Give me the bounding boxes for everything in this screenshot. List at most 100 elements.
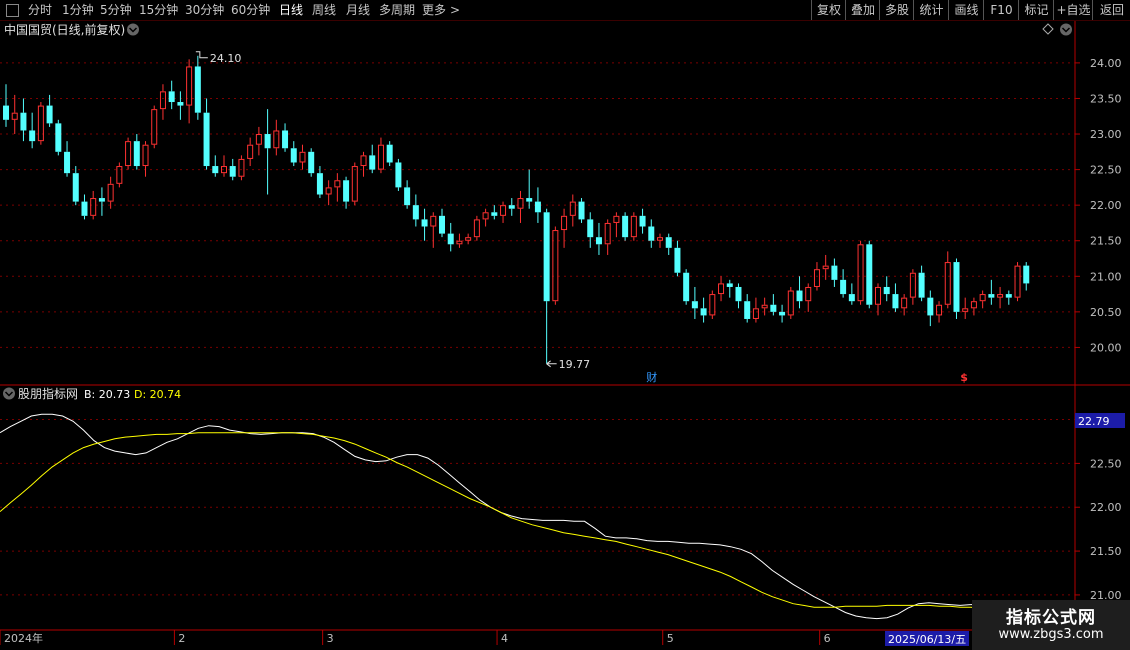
candle-body xyxy=(796,290,803,302)
candle-body xyxy=(421,219,428,227)
candle xyxy=(630,212,637,241)
event-mark-dividend[interactable]: $ xyxy=(960,371,968,384)
candle-body xyxy=(517,198,524,209)
kline-chart[interactable]: 20.00 20.50 21.00 21.50 22.00 22.50 23.00 23.50… xyxy=(0,0,1130,650)
candle xyxy=(55,119,62,156)
candle xyxy=(561,208,568,248)
candle xyxy=(962,297,969,319)
candle xyxy=(970,297,977,316)
candle xyxy=(796,276,803,309)
candle xyxy=(831,258,838,287)
candle xyxy=(691,286,698,319)
candle xyxy=(526,169,533,209)
main-y-tick-label: 22.00 xyxy=(1090,199,1122,212)
candle-body xyxy=(473,219,480,238)
candle-body xyxy=(37,105,44,142)
candle-body xyxy=(962,308,969,312)
candle-body xyxy=(308,151,315,174)
indicator-dropdown-icon[interactable] xyxy=(3,387,15,400)
candle-body xyxy=(700,308,707,316)
panel-menu-icon[interactable] xyxy=(1060,23,1072,36)
diamond-icon[interactable] xyxy=(1042,23,1054,35)
candle xyxy=(430,212,437,248)
candle-body xyxy=(186,66,193,106)
candle xyxy=(848,283,855,305)
candle xyxy=(290,141,297,167)
candle-body xyxy=(20,112,27,131)
candle-body xyxy=(369,155,376,170)
main-y-tick-label: 24.00 xyxy=(1090,57,1122,70)
candle xyxy=(918,265,925,302)
main-y-tick-label: 21.00 xyxy=(1090,270,1122,283)
candle-body xyxy=(578,201,585,220)
candle xyxy=(316,166,323,199)
candle xyxy=(151,105,158,149)
candle xyxy=(72,166,79,206)
candle-body xyxy=(726,283,733,287)
candle-body xyxy=(273,130,280,149)
candle xyxy=(508,198,515,216)
candle-body xyxy=(944,262,951,305)
candle xyxy=(552,226,559,305)
candle xyxy=(421,208,428,241)
x-axis-label: 5 xyxy=(667,632,674,645)
candle xyxy=(168,80,175,110)
indicator-lines xyxy=(0,413,1075,620)
candle-body xyxy=(351,166,358,202)
candle-body xyxy=(648,226,655,241)
candle-body xyxy=(404,187,411,206)
candle xyxy=(247,137,254,167)
candle xyxy=(543,208,550,364)
candle-body xyxy=(81,201,88,216)
candle-body xyxy=(229,166,236,177)
candle xyxy=(299,144,306,170)
candle xyxy=(133,134,140,170)
candle xyxy=(482,208,489,227)
candle xyxy=(273,119,280,156)
x-axis-label: 2 xyxy=(178,632,185,645)
candle xyxy=(988,279,995,305)
candle-body xyxy=(927,297,934,316)
candle xyxy=(491,205,498,220)
candle xyxy=(46,94,53,127)
indicator-line-D xyxy=(0,432,1075,617)
low-arrow xyxy=(546,360,557,368)
main-title-dropdown-icon[interactable] xyxy=(127,23,139,36)
candle xyxy=(534,187,541,223)
candle xyxy=(377,137,384,174)
candle xyxy=(238,155,245,181)
current-value-label: 22.79 xyxy=(1078,415,1110,428)
candle-body xyxy=(735,286,742,302)
candle-body xyxy=(892,294,899,309)
candle-body xyxy=(866,244,873,305)
candle-body xyxy=(64,151,71,174)
candle-body xyxy=(1023,265,1030,284)
candle xyxy=(395,158,402,191)
candle xyxy=(465,233,472,245)
candle-body xyxy=(744,301,751,319)
event-mark-finance[interactable]: 财 xyxy=(646,370,657,384)
candle-body xyxy=(107,183,114,202)
candle xyxy=(779,304,786,323)
candle xyxy=(255,126,262,156)
candle xyxy=(81,194,88,220)
candle xyxy=(892,283,899,312)
high-label: 24.10 xyxy=(210,52,242,65)
x-axis-label: 4 xyxy=(501,632,508,645)
candle-body xyxy=(29,130,36,142)
candle-body xyxy=(665,237,672,248)
candle xyxy=(29,112,36,149)
candle-body xyxy=(46,105,53,124)
candle xyxy=(700,297,707,323)
candle-body xyxy=(683,272,690,302)
candle xyxy=(953,258,960,319)
main-y-tick-label: 20.00 xyxy=(1090,341,1122,354)
candle xyxy=(927,290,934,327)
candle-body xyxy=(569,201,576,216)
candle-body xyxy=(770,304,777,312)
candle xyxy=(20,98,27,142)
candle xyxy=(613,212,620,238)
candle-body xyxy=(360,155,367,167)
candle-body xyxy=(587,219,594,238)
low-label: 19.77 xyxy=(559,358,591,371)
